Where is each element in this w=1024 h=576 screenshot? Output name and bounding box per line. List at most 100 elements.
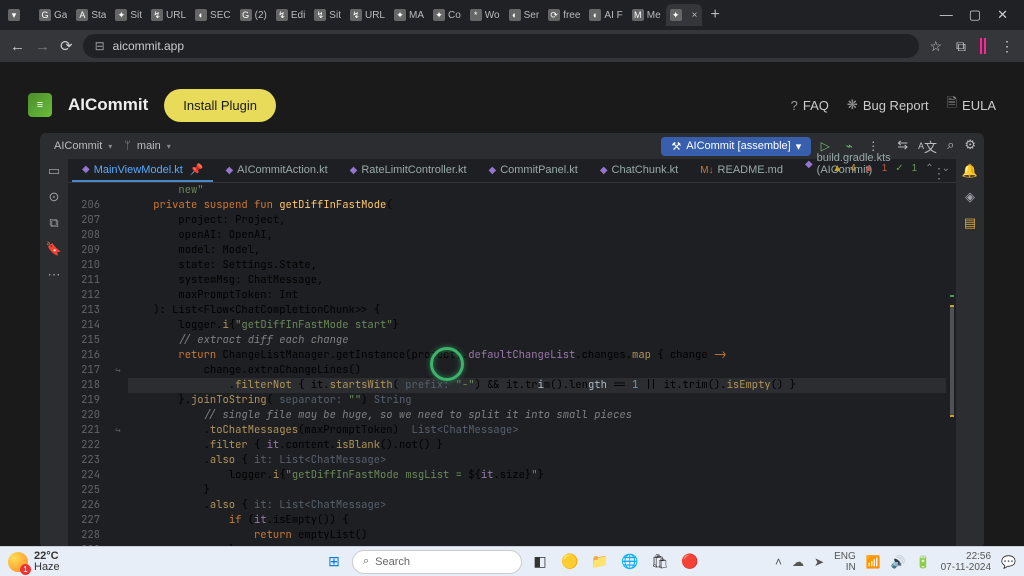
error-stripe[interactable] bbox=[950, 185, 954, 548]
browser-tab[interactable]: ASta bbox=[72, 4, 110, 26]
start-button[interactable]: ⊞ bbox=[322, 550, 346, 574]
commit-tool-icon[interactable]: ⊙ bbox=[49, 189, 60, 205]
favicon-icon: ◐ bbox=[195, 9, 207, 21]
forward-icon[interactable]: → bbox=[35, 38, 50, 55]
clock[interactable]: 22:5607-11-2024 bbox=[941, 551, 991, 573]
file-tab[interactable]: ◆MainViewModel.kt📌 bbox=[72, 159, 213, 182]
back-icon[interactable]: ← bbox=[10, 38, 25, 55]
weather-icon bbox=[8, 552, 28, 572]
favicon-icon: ◐ bbox=[509, 9, 521, 21]
browser-tab[interactable]: ◐SEC bbox=[191, 4, 235, 26]
browser-tab[interactable]: ↯Edi bbox=[272, 4, 309, 26]
eula-link-icon: 🗎 bbox=[947, 94, 957, 116]
favicon-icon: ✦ bbox=[394, 9, 406, 21]
site-info-icon[interactable]: ⊟ bbox=[95, 39, 105, 53]
address-bar[interactable]: ⊟ aicommit.app bbox=[83, 34, 920, 58]
tray-chevron-icon[interactable]: ˄ bbox=[775, 555, 782, 569]
ok-icon: ✓ bbox=[895, 163, 903, 174]
ai-assistant-icon[interactable]: ◈ bbox=[965, 189, 975, 205]
browser-tab[interactable]: *Wo bbox=[466, 4, 504, 26]
favicon-icon: ↯ bbox=[276, 9, 288, 21]
onedrive-icon[interactable]: ☁ bbox=[792, 555, 804, 569]
location-icon[interactable]: ➤ bbox=[814, 555, 824, 569]
kotlin-icon: ◆ bbox=[350, 165, 358, 176]
eula-link[interactable]: 🗎EULA bbox=[947, 94, 996, 116]
file-tab[interactable]: ◆CommitPanel.kt bbox=[479, 160, 588, 182]
fold-gutter[interactable]: ↪↪↪ bbox=[108, 183, 128, 548]
run-config-dropdown[interactable]: ⚒AICommit [assemble]▾ bbox=[661, 137, 811, 156]
wifi-icon[interactable]: 📶 bbox=[866, 555, 881, 569]
battery-icon[interactable]: 🔋 bbox=[916, 555, 931, 569]
kotlin-icon: ◆ bbox=[225, 165, 233, 176]
inspection-widget[interactable]: ▲4 ▲1 ✓1 ⌃⌄ bbox=[832, 163, 950, 174]
browser-tab[interactable]: GGa bbox=[35, 4, 71, 26]
more-tools-icon[interactable]: ⋯ bbox=[48, 267, 61, 283]
new-tab-button[interactable]: + bbox=[703, 6, 728, 24]
browser-tab[interactable]: ◐AI F bbox=[585, 4, 626, 26]
language-indicator[interactable]: ENGIN bbox=[834, 551, 856, 573]
chrome-tab-strip: ▾GGaASta✦Sit↯URL◐SECG(2)↯Edi↯Sit↯URL✦MA✦… bbox=[0, 0, 1024, 30]
close-tab-icon[interactable]: × bbox=[692, 10, 698, 21]
taskbar-search[interactable]: ⌕Search bbox=[352, 550, 522, 574]
favicon-icon: * bbox=[470, 9, 482, 21]
favicon-icon: ◐ bbox=[589, 9, 601, 21]
file-tab[interactable]: ◆AICommitAction.kt bbox=[215, 160, 337, 182]
install-plugin-button[interactable]: Install Plugin bbox=[164, 89, 276, 122]
browser-tab[interactable]: ↯URL bbox=[147, 4, 190, 26]
extensions-icon[interactable]: ⧉ bbox=[956, 38, 966, 55]
task-view-icon[interactable]: ◧ bbox=[528, 550, 552, 574]
notification-center-icon[interactable]: 💬 bbox=[1001, 555, 1016, 569]
browser-tab[interactable]: ✦Sit bbox=[111, 4, 146, 26]
brand-name: AICommit bbox=[68, 95, 148, 115]
faq-link-icon: ? bbox=[791, 98, 798, 113]
faq-link[interactable]: ?FAQ bbox=[791, 98, 829, 113]
browser-tab[interactable]: ▾ bbox=[4, 4, 34, 26]
notifications-icon[interactable]: 🔔 bbox=[962, 163, 978, 179]
store-icon[interactable]: 🛍 bbox=[648, 550, 672, 574]
file-tab[interactable]: ◆RateLimitController.kt bbox=[340, 160, 477, 182]
file-tab[interactable]: ◆ChatChunk.kt bbox=[590, 160, 688, 182]
project-tool-icon[interactable]: ▭ bbox=[48, 163, 60, 179]
explorer-icon[interactable]: 📁 bbox=[588, 550, 612, 574]
line-numbers: 2062072082092102112122132142152162172182… bbox=[68, 183, 108, 548]
browser-tab[interactable]: ✦× bbox=[666, 4, 702, 26]
logo-icon: ≡ bbox=[28, 93, 52, 117]
profile-icon[interactable] bbox=[980, 38, 986, 54]
project-crumb[interactable]: AICommit▾ bbox=[48, 138, 118, 154]
browser-tab[interactable]: MMe bbox=[628, 4, 665, 26]
branch-crumb[interactable]: ᛘmain▾ bbox=[118, 138, 176, 154]
bookmark-icon[interactable]: ☆ bbox=[929, 38, 942, 55]
browser-tab[interactable]: ↯URL bbox=[346, 4, 389, 26]
file-tab[interactable]: M↓README.md bbox=[690, 160, 793, 182]
favicon-icon: ↯ bbox=[314, 9, 326, 21]
browser-menu-icon[interactable]: ⋮ bbox=[1000, 38, 1014, 55]
bug-report-link[interactable]: ❋Bug Report bbox=[847, 97, 929, 113]
browser-tab[interactable]: ✦MA bbox=[390, 4, 428, 26]
database-tool-icon[interactable]: ▤ bbox=[964, 215, 976, 231]
settings-icon[interactable]: ⚙ bbox=[964, 137, 976, 156]
maximize-icon[interactable]: ▢ bbox=[969, 7, 981, 23]
kotlin-icon: ◆ bbox=[489, 165, 497, 176]
kotlin-icon: ◆ bbox=[805, 159, 813, 170]
favicon-icon: A bbox=[76, 9, 88, 21]
chrome-icon[interactable]: 🔴 bbox=[678, 550, 702, 574]
search-everywhere-icon[interactable]: ⌕ bbox=[947, 137, 954, 156]
edge-icon[interactable]: 🌐 bbox=[618, 550, 642, 574]
structure-tool-icon[interactable]: ⧉ bbox=[49, 215, 58, 231]
browser-tab[interactable]: G(2) bbox=[236, 4, 271, 26]
browser-tab[interactable]: ⟳free bbox=[544, 4, 584, 26]
close-window-icon[interactable]: ✕ bbox=[997, 7, 1008, 23]
minimize-icon[interactable]: — bbox=[940, 7, 953, 23]
right-gutter: 🔔 ◈ ▤ bbox=[956, 159, 984, 548]
browser-tab[interactable]: ↯Sit bbox=[310, 4, 345, 26]
bookmarks-tool-icon[interactable]: 🔖 bbox=[46, 241, 62, 257]
browser-tab[interactable]: ◐Ser bbox=[505, 4, 544, 26]
error-icon: ▲ bbox=[864, 163, 874, 174]
browser-tab[interactable]: ✦Co bbox=[429, 4, 465, 26]
file-tab-strip: ◆MainViewModel.kt📌◆AICommitAction.kt◆Rat… bbox=[68, 159, 956, 183]
copilot-icon[interactable]: 🟡 bbox=[558, 550, 582, 574]
code-editor[interactable]: 2062072082092102112122132142152162172182… bbox=[68, 183, 956, 548]
reload-icon[interactable]: ⟳ bbox=[60, 37, 73, 55]
weather-widget[interactable]: 22°CHaze bbox=[8, 551, 60, 573]
volume-icon[interactable]: 🔊 bbox=[891, 555, 906, 569]
